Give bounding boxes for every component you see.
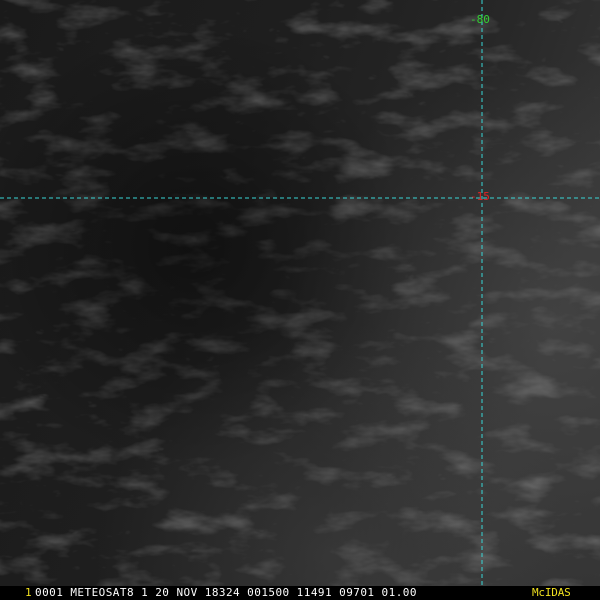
software-label: McIDAS: [532, 586, 571, 599]
image-header-bar: 1 0001 METEOSAT8 1 20 NOV 18324 001500 1…: [0, 586, 600, 600]
image-header-text: 0001 METEOSAT8 1 20 NOV 18324 001500 114…: [35, 586, 417, 599]
satellite-image: [0, 0, 600, 586]
frame-number: 1: [25, 586, 32, 599]
satellite-viewer: -80 -15 1 0001 METEOSAT8 1 20 NOV 18324 …: [0, 0, 600, 600]
longitude-label: -80: [470, 13, 490, 26]
latitude-label: -15: [470, 190, 490, 203]
bright-region-bottom: [0, 0, 600, 586]
